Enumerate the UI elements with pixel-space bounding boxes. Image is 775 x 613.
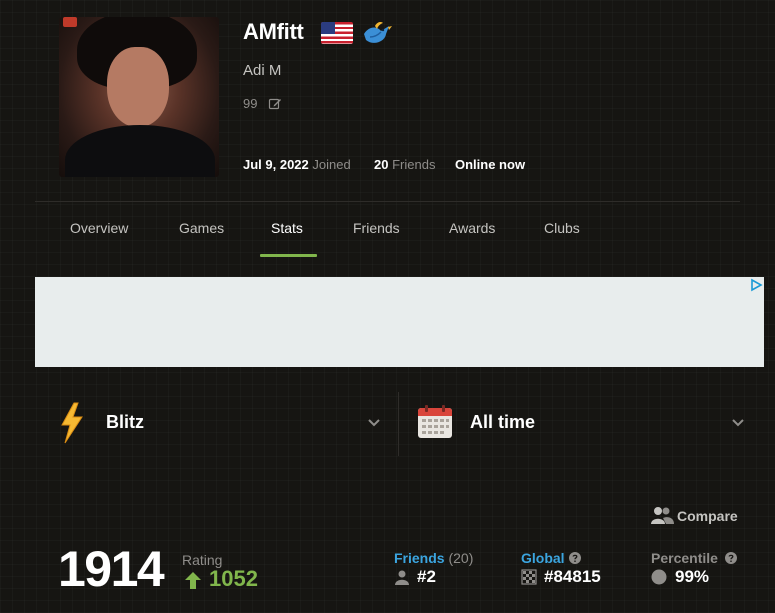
chevron-down-icon[interactable]: [367, 417, 381, 429]
game-type-label[interactable]: Blitz: [106, 412, 144, 433]
profile-status-rating: 99: [243, 96, 258, 111]
tab-games[interactable]: Games: [179, 220, 224, 236]
help-icon[interactable]: [725, 552, 737, 564]
percentile-circle-icon: [651, 569, 667, 585]
rating-change: 1052: [209, 566, 258, 591]
arrow-up-icon: [185, 572, 201, 589]
joined-date: Jul 9, 2022: [243, 157, 309, 172]
percentile-label: Percentile: [651, 550, 718, 566]
tab-stats[interactable]: Stats: [271, 220, 303, 236]
global-rank-link[interactable]: Global: [521, 550, 565, 566]
friends-rank-value: #2: [417, 567, 436, 586]
tab-clubs[interactable]: Clubs: [544, 220, 580, 236]
current-rating: 1914: [58, 541, 165, 597]
joined-info: Jul 9, 2022 Joined: [243, 157, 351, 172]
chevron-down-icon[interactable]: [731, 417, 745, 429]
percentile-header: Percentile: [651, 550, 718, 566]
chessboard-icon: [521, 569, 537, 585]
tab-awards[interactable]: Awards: [449, 220, 495, 236]
game-type-selector[interactable]: [35, 392, 397, 454]
online-status: Online now: [455, 157, 526, 172]
friends-label: Friends: [392, 157, 436, 172]
time-range-selector[interactable]: [400, 392, 764, 454]
lightning-bolt-icon: [61, 402, 83, 444]
joined-label: Joined: [312, 157, 351, 172]
friends-rank-link[interactable]: Friends: [394, 550, 445, 566]
header-divider: [35, 201, 740, 202]
compare-users-icon[interactable]: [651, 506, 674, 524]
profile-real-name: Adi M: [243, 62, 282, 79]
time-range-label[interactable]: All time: [470, 412, 535, 433]
help-icon[interactable]: [569, 552, 581, 564]
tab-friends[interactable]: Friends: [353, 220, 400, 236]
global-rank-header[interactable]: Global: [521, 550, 565, 566]
us-flag-icon[interactable]: [321, 22, 353, 44]
ad-banner[interactable]: [35, 277, 764, 367]
bird-badge-icon[interactable]: [361, 20, 393, 48]
profile-username[interactable]: AMfitt: [243, 19, 304, 45]
compare-button[interactable]: Compare: [677, 508, 738, 524]
percentile-value: 99%: [675, 567, 710, 586]
user-icon: [395, 570, 409, 585]
active-tab-indicator: [260, 254, 317, 257]
edit-icon[interactable]: [268, 97, 282, 111]
profile-avatar[interactable]: [59, 17, 219, 177]
tab-overview[interactable]: Overview: [70, 220, 128, 236]
friends-count: 20: [374, 157, 389, 172]
friends-info[interactable]: 20 Friends: [374, 157, 435, 172]
friends-rank-count: (20): [448, 550, 474, 566]
selector-divider: [398, 392, 399, 456]
friends-rank-header[interactable]: Friends (20): [394, 550, 473, 566]
global-rank-value: #84815: [544, 567, 601, 586]
calendar-icon: [418, 405, 452, 438]
ad-choices-icon[interactable]: [748, 278, 764, 292]
